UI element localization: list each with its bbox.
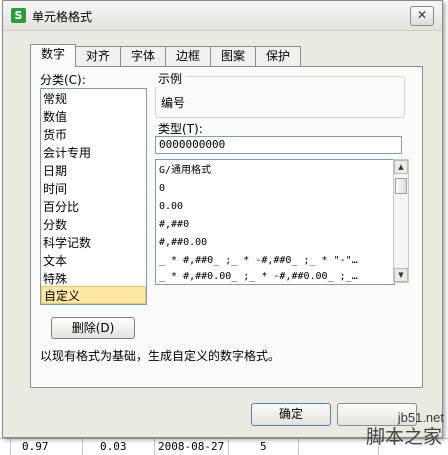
watermark: jb51.net 脚本之家 [318,395,448,455]
cell-value[interactable]: 0.97 [22,440,49,453]
sample-value: 编号 [161,96,186,110]
tab-number[interactable]: 数字 [30,44,76,67]
format-item[interactable]: #,##0.00 [159,234,379,252]
format-list-scrollbar[interactable]: ▲ ▼ [393,159,409,283]
category-item[interactable]: 日期 [41,162,146,180]
scroll-up-arrow-icon[interactable]: ▲ [394,160,408,174]
cell-value[interactable]: 2008-08-27 [158,440,224,453]
scroll-thumb[interactable] [395,178,407,194]
tab-font[interactable]: 字体 [120,46,166,66]
cell-value[interactable]: 5 [260,440,267,453]
format-item[interactable]: G/通用格式 [159,162,379,180]
category-item[interactable]: 货币 [41,126,146,144]
scroll-down-arrow-icon[interactable]: ▼ [394,268,408,282]
format-item[interactable]: 0.00 [159,198,379,216]
format-cells-dialog: S 单元格格式 ✕ 数字 对齐 字体 边框 图案 保护 分类(C): 常规 数值… [2,0,443,438]
delete-button[interactable]: 删除(D) [51,317,135,339]
format-item[interactable]: #,##0 [159,216,379,234]
app-icon: S [11,8,26,23]
tab-alignment[interactable]: 对齐 [75,46,121,66]
category-item[interactable]: 时间 [41,180,146,198]
number-tab-panel: 分类(C): 常规 数值 货币 会计专用 日期 时间 百分比 分数 科学记数 文… [30,66,423,388]
watermark-name: 脚本之家 [365,426,442,448]
category-item[interactable]: 常规 [41,90,146,108]
category-item[interactable]: 文本 [41,252,146,270]
close-button[interactable]: ✕ [410,6,434,26]
cell-value[interactable]: 0.03 [100,440,127,453]
category-item-selected[interactable]: 自定义 [41,286,146,304]
category-item[interactable]: 百分比 [41,198,146,216]
category-item[interactable]: 数值 [41,108,146,126]
dialog-title: 单元格格式 [32,10,93,24]
format-code-list[interactable]: G/通用格式 0 0.00 #,##0 #,##0.00 _ * #,##0_ … [155,159,395,285]
sample-group [155,76,405,118]
category-list[interactable]: 常规 数值 货币 会计专用 日期 时间 百分比 分数 科学记数 文本 特殊 自定… [40,88,147,305]
format-item[interactable]: 0 [159,180,379,198]
tab-protection[interactable]: 保护 [255,46,301,66]
sample-label: 示例 [155,70,186,87]
category-item[interactable]: 科学记数 [41,234,146,252]
type-label: 类型(T): [158,122,203,136]
category-item[interactable]: 会计专用 [41,144,146,162]
type-input[interactable] [155,136,402,154]
category-label: 分类(C): [40,73,86,87]
tab-border[interactable]: 边框 [165,46,211,66]
format-item[interactable]: _ * #,##0.00_ ;_ * -#,##0.00_ ;_… [159,268,379,284]
tab-pattern[interactable]: 图案 [210,46,256,66]
category-item[interactable]: 分数 [41,216,146,234]
description-text: 以现有格式为基础，生成自定义的数字格式。 [40,349,281,363]
title-bar[interactable]: S 单元格格式 ✕ [3,1,442,31]
